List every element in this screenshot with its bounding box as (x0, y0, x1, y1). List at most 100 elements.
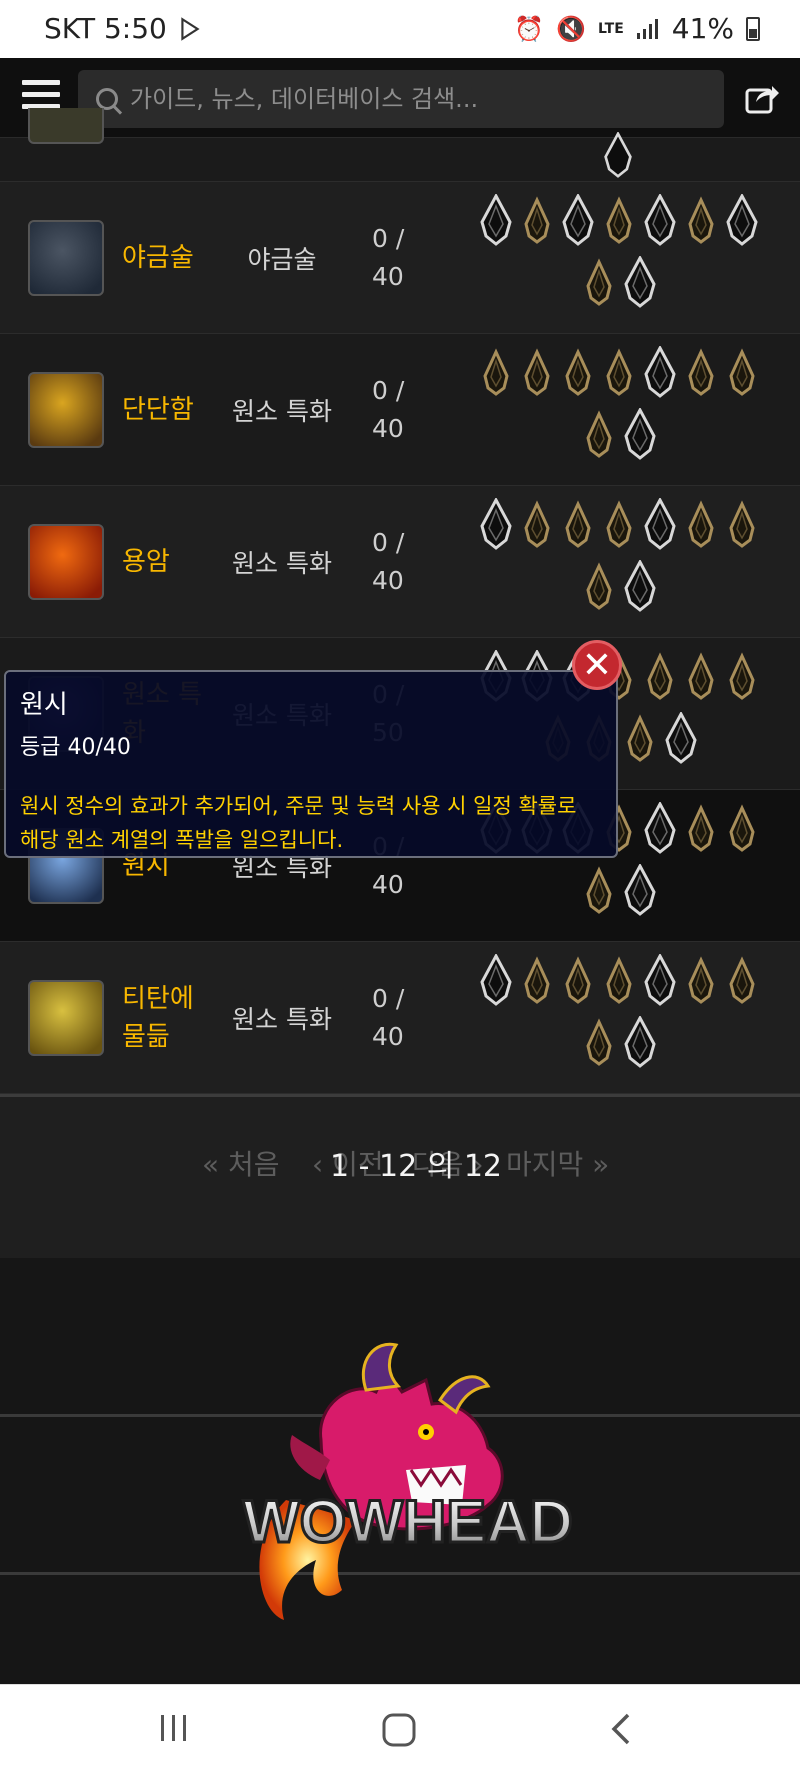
talent-type: 원소 특화 (232, 1004, 332, 1034)
talent-name[interactable]: 용암 (122, 486, 222, 637)
rank-gem-icon (483, 348, 509, 396)
rank-gem-icon (565, 500, 591, 548)
site-footer: WOWHEAD (0, 1258, 800, 1684)
talent-list: 야금술 야금술 0 / 40 단단함 원소 특화 0 / 40 용암 원소 특화… (0, 108, 800, 1094)
rank-gem-icon (626, 714, 653, 762)
rank-gem-icon (623, 560, 656, 612)
signal-icon (636, 18, 658, 39)
rank-gem-icon (729, 804, 755, 852)
rank-gem-icon (644, 498, 676, 550)
last-page-link[interactable]: 마지막 » (506, 1143, 609, 1183)
rank-gem-icon (562, 194, 594, 246)
search-input[interactable] (130, 85, 690, 113)
lte-icon: LTE (598, 20, 624, 37)
rank-gem-icon (688, 500, 714, 548)
rank-gem-icon (480, 954, 512, 1006)
rank-gem-icon (664, 712, 697, 764)
rank-gem-icon (524, 196, 550, 244)
talent-row[interactable]: 티탄에 물듦 원소 특화 0 / 40 (0, 942, 800, 1094)
home-icon[interactable] (380, 1711, 418, 1749)
rank-gem-icon (729, 348, 755, 396)
talent-row[interactable]: 야금술 야금술 0 / 40 (0, 182, 800, 334)
rank-gems (456, 954, 782, 1078)
talent-rank: 0 / 40 (372, 223, 405, 291)
rank-gem-icon (623, 864, 656, 916)
talent-rank: 0 / 40 (372, 983, 405, 1051)
rank-gem-icon (480, 498, 512, 550)
pagination-bar: « 처음 ‹ 이전 다음 › 마지막 » 1 - 12 의 12 (0, 1094, 800, 1258)
rank-gems (456, 346, 782, 470)
rank-gem-icon (688, 804, 714, 852)
rank-gem-icon (623, 408, 656, 460)
talent-row[interactable]: 단단함 원소 특화 0 / 40 (0, 334, 800, 486)
rank-gem-icon (644, 954, 676, 1006)
rank-gem-icon (565, 348, 591, 396)
rank-gem-icon (524, 500, 550, 548)
android-nav-bar (0, 1684, 800, 1778)
stone-fist-icon (28, 372, 104, 448)
talent-type: 원소 특화 (232, 396, 332, 426)
rank-gem-icon (688, 196, 714, 244)
rank-gem-icon (729, 500, 755, 548)
tooltip-title: 원시 (20, 690, 68, 720)
status-bar: SKT 5:50 ⏰ 🔇 LTE 41% (0, 0, 800, 58)
rank-gem-icon (623, 256, 656, 308)
rank-gem-icon (647, 652, 673, 700)
page-count: 1 - 12 의 12 (330, 1149, 503, 1184)
rank-gem-icon (565, 956, 591, 1004)
search-icon (96, 88, 118, 110)
talent-type: 원소 특화 (232, 548, 332, 578)
rank-gems (456, 498, 782, 622)
search-bar[interactable] (78, 70, 724, 128)
rank-gem-icon (644, 802, 676, 854)
talent-tooltip: 원시 등급 40/40 원시 정수의 효과가 추가되어, 주문 및 능력 사용 … (4, 670, 618, 858)
logo-text: WOWHEAD (243, 1488, 573, 1555)
talent-name[interactable]: 야금술 (122, 182, 222, 333)
lava-spirit-icon (28, 524, 104, 600)
rank-gem-icon (606, 956, 632, 1004)
rank-gem-icon (729, 652, 755, 700)
rank-gem-icon (688, 956, 714, 1004)
share-icon[interactable] (744, 80, 780, 116)
metal-ingot-icon (28, 220, 104, 296)
tooltip-description: 원시 정수의 효과가 추가되어, 주문 및 능력 사용 시 일정 확률로 해당 … (20, 794, 577, 852)
rank-gem-icon (585, 562, 612, 610)
wowhead-logo[interactable]: WOWHEAD (226, 1320, 586, 1650)
talent-type: 야금술 (247, 244, 317, 274)
battery-percent: 41% (671, 12, 734, 45)
battery-icon (746, 16, 760, 41)
rank-gem-icon (606, 500, 632, 548)
alarm-icon: ⏰ (514, 14, 545, 43)
play-store-icon (181, 16, 200, 41)
rank-gem-icon (606, 196, 632, 244)
status-carrier-time: SKT 5:50 (44, 12, 167, 45)
talent-row-partial (0, 108, 800, 182)
mute-icon: 🔇 (556, 14, 587, 43)
recent-apps-icon[interactable] (158, 1711, 190, 1745)
close-icon[interactable]: ✕ (572, 640, 622, 690)
back-icon[interactable] (608, 1711, 636, 1747)
rank-gem-icon (585, 410, 612, 458)
rank-gem-icon (585, 1018, 612, 1066)
first-page-link[interactable]: « 처음 (202, 1143, 280, 1183)
rank-gem-icon (644, 194, 676, 246)
rank-gem-icon (480, 194, 512, 246)
rank-gem-icon (726, 194, 758, 246)
rank-gem-icon (729, 956, 755, 1004)
rank-gem-icon (524, 348, 550, 396)
talent-rank: 0 / 40 (372, 375, 405, 443)
rank-gem-icon (606, 348, 632, 396)
talent-row[interactable]: 용암 원소 특화 0 / 40 (0, 486, 800, 638)
talent-name[interactable]: 단단함 (122, 334, 222, 485)
rank-gem-icon (585, 258, 612, 306)
rank-gem-icon (524, 956, 550, 1004)
top-navigation (0, 58, 800, 138)
talent-rank: 0 / 40 (372, 527, 405, 595)
rank-gem-icon (585, 866, 612, 914)
rank-gem-icon (688, 652, 714, 700)
titan-infused-icon (28, 980, 104, 1056)
tooltip-rank: 등급 40/40 (20, 735, 131, 760)
rank-gem-icon (644, 346, 676, 398)
rank-gem-icon (623, 1016, 656, 1068)
talent-name[interactable]: 티탄에 물듦 (122, 942, 222, 1093)
